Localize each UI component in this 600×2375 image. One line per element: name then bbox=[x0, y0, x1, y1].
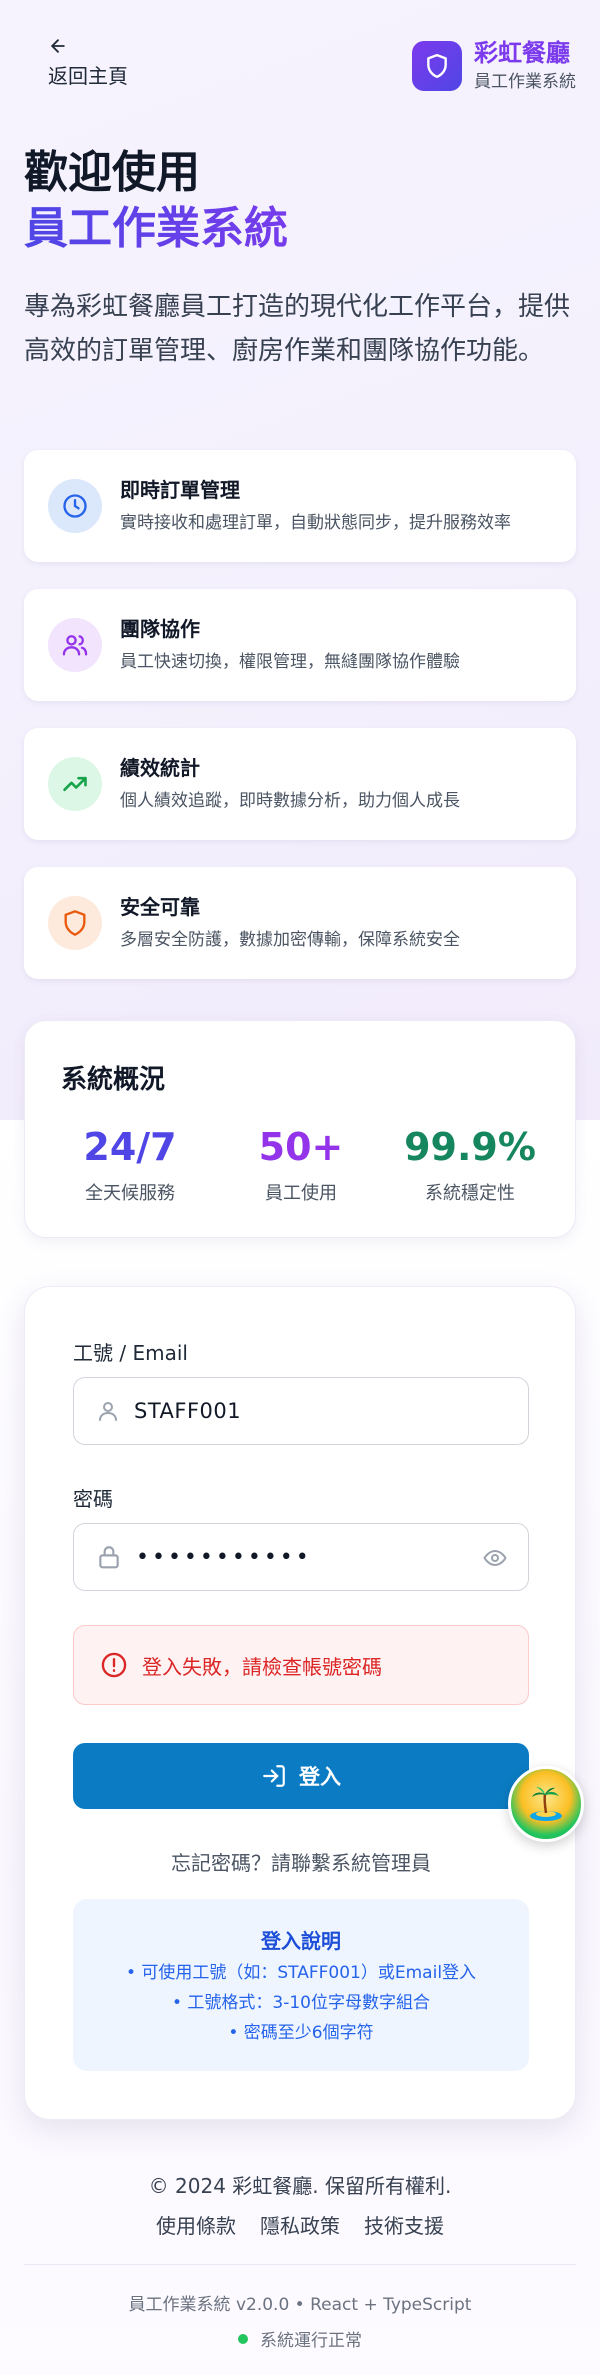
feature-description: 員工快速切換，權限管理，無縫團隊協作體驗 bbox=[120, 652, 460, 672]
feature-description: 個人績效追蹤，即時數據分析，助力個人成長 bbox=[120, 791, 460, 811]
terms-link[interactable]: 使用條款 bbox=[156, 2210, 236, 2239]
stat-label: 系統穩定性 bbox=[425, 1183, 515, 1204]
login-button[interactable]: 登入 bbox=[73, 1743, 529, 1809]
login-help-line: • 密碼至少6個字符 bbox=[228, 2023, 374, 2043]
error-message: 登入失敗，請檢查帳號密碼 bbox=[142, 1654, 382, 1679]
footer-links: 使用條款 隱私政策 技術支援 bbox=[0, 2210, 600, 2239]
login-card: 工號 / Email STAFF001 密碼 ••••••••••• 登入失敗，… bbox=[24, 1286, 576, 2120]
feature-icon-circle bbox=[48, 479, 102, 533]
login-page: 返回主頁 彩虹餐廳 員工作業系統 歡迎使用 員工作業系統 專為彩虹餐廳員工打造的… bbox=[0, 0, 600, 2375]
system-status: 系統運行正常 bbox=[0, 2326, 600, 2351]
privacy-link[interactable]: 隱私政策 bbox=[260, 2210, 340, 2239]
feature-card: 團隊協作 員工快速切換，權限管理，無縫團隊協作體驗 bbox=[24, 589, 576, 701]
brand: 彩虹餐廳 員工作業系統 bbox=[412, 34, 576, 98]
feature-icon-circle bbox=[48, 896, 102, 950]
eye-icon[interactable] bbox=[482, 1546, 508, 1570]
palm-tree-icon bbox=[530, 1787, 562, 1821]
system-overview-card: 系統概況 24/7 全天候服務 50+ 員工使用 99.9% 系統穩定性 bbox=[24, 1020, 576, 1238]
brand-name: 彩虹餐廳 bbox=[474, 39, 570, 67]
feature-description: 實時接收和處理訂單，自動狀態同步，提升服務效率 bbox=[120, 513, 511, 533]
feature-icon-circle bbox=[48, 618, 102, 672]
login-button-label: 登入 bbox=[299, 1766, 341, 1789]
back-home-label: 返回主頁 bbox=[48, 64, 128, 88]
stat-item: 24/7 全天候服務 bbox=[45, 1123, 215, 1205]
system-status-text: 系統運行正常 bbox=[260, 2331, 362, 2351]
id-field-label: 工號 / Email bbox=[73, 1341, 188, 1365]
copyright-text: © 2024 彩虹餐廳. 保留所有權利. bbox=[148, 2174, 452, 2198]
feature-title: 團隊協作 bbox=[120, 617, 200, 641]
password-input-value: ••••••••••• bbox=[136, 1544, 312, 1570]
feature-title: 安全可靠 bbox=[120, 895, 200, 919]
top-bar: 返回主頁 彩虹餐廳 員工作業系統 bbox=[0, 0, 600, 110]
password-field-label: 密碼 bbox=[73, 1487, 113, 1511]
stat-label: 員工使用 bbox=[265, 1183, 337, 1204]
alert-circle-icon bbox=[101, 1652, 127, 1678]
feature-title: 即時訂單管理 bbox=[120, 478, 240, 502]
feature-icon-circle bbox=[48, 757, 102, 811]
feature-card: 即時訂單管理 實時接收和處理訂單，自動狀態同步，提升服務效率 bbox=[24, 450, 576, 562]
shield-icon bbox=[64, 910, 86, 936]
forgot-password-text: 忘記密碼？請聯繫系統管理員 bbox=[171, 1851, 431, 1875]
hero: 歡迎使用 員工作業系統 專為彩虹餐廳員工打造的現代化工作平台，提供高效的訂單管理… bbox=[24, 145, 576, 373]
floating-beach-button[interactable] bbox=[508, 1766, 584, 1842]
stat-value: 50+ bbox=[258, 1125, 344, 1169]
hero-description: 專為彩虹餐廳員工打造的現代化工作平台，提供高效的訂單管理、廚房作業和團隊協作功能… bbox=[24, 292, 571, 366]
stat-item: 99.9% 系統穩定性 bbox=[385, 1123, 555, 1205]
login-help-line: • 工號格式：3-10位字母數字組合 bbox=[171, 1993, 430, 2013]
support-link[interactable]: 技術支援 bbox=[364, 2210, 444, 2239]
clock-icon bbox=[63, 494, 87, 518]
footer-divider bbox=[24, 2264, 576, 2265]
feature-title: 績效統計 bbox=[120, 756, 200, 780]
feature-card: 安全可靠 多層安全防護，數據加密傳輸，保障系統安全 bbox=[24, 867, 576, 979]
stat-value: 99.9% bbox=[404, 1125, 536, 1169]
id-input[interactable]: STAFF001 bbox=[73, 1377, 529, 1445]
stat-item: 50+ 員工使用 bbox=[216, 1123, 386, 1205]
lock-icon bbox=[99, 1546, 119, 1569]
users-icon bbox=[62, 635, 88, 656]
status-dot bbox=[238, 2333, 248, 2344]
feature-description: 多層安全防護，數據加密傳輸，保障系統安全 bbox=[120, 930, 460, 950]
version-text: 員工作業系統 v2.0.0 • React + TypeScript bbox=[128, 2295, 472, 2315]
feature-card: 績效統計 個人績效追蹤，即時數據分析，助力個人成長 bbox=[24, 728, 576, 840]
stat-label: 全天候服務 bbox=[85, 1183, 175, 1204]
error-alert: 登入失敗，請檢查帳號密碼 bbox=[73, 1625, 529, 1705]
password-input[interactable]: ••••••••••• bbox=[73, 1523, 529, 1591]
system-overview-title: 系統概況 bbox=[61, 1065, 166, 1095]
hero-title-line2: 員工作業系統 bbox=[24, 201, 576, 257]
login-help-line: • 可使用工號（如：STAFF001）或Email登入 bbox=[125, 1963, 477, 1983]
user-icon bbox=[99, 1402, 117, 1421]
login-help-title: 登入說明 bbox=[261, 1929, 341, 1953]
brand-subtitle: 員工作業系統 bbox=[474, 72, 576, 92]
trending-up-icon bbox=[63, 776, 87, 792]
shield-icon bbox=[427, 53, 447, 79]
login-help-box: 登入說明 • 可使用工號（如：STAFF001）或Email登入 • 工號格式：… bbox=[73, 1899, 529, 2071]
hero-title-line1: 歡迎使用 bbox=[24, 147, 200, 198]
stat-value: 24/7 bbox=[83, 1125, 177, 1169]
id-input-value: STAFF001 bbox=[134, 1399, 242, 1423]
back-home-link[interactable]: 返回主頁 bbox=[48, 36, 158, 89]
arrow-left-icon bbox=[51, 39, 65, 53]
brand-logo bbox=[412, 41, 462, 91]
log-in-icon bbox=[263, 1765, 285, 1787]
